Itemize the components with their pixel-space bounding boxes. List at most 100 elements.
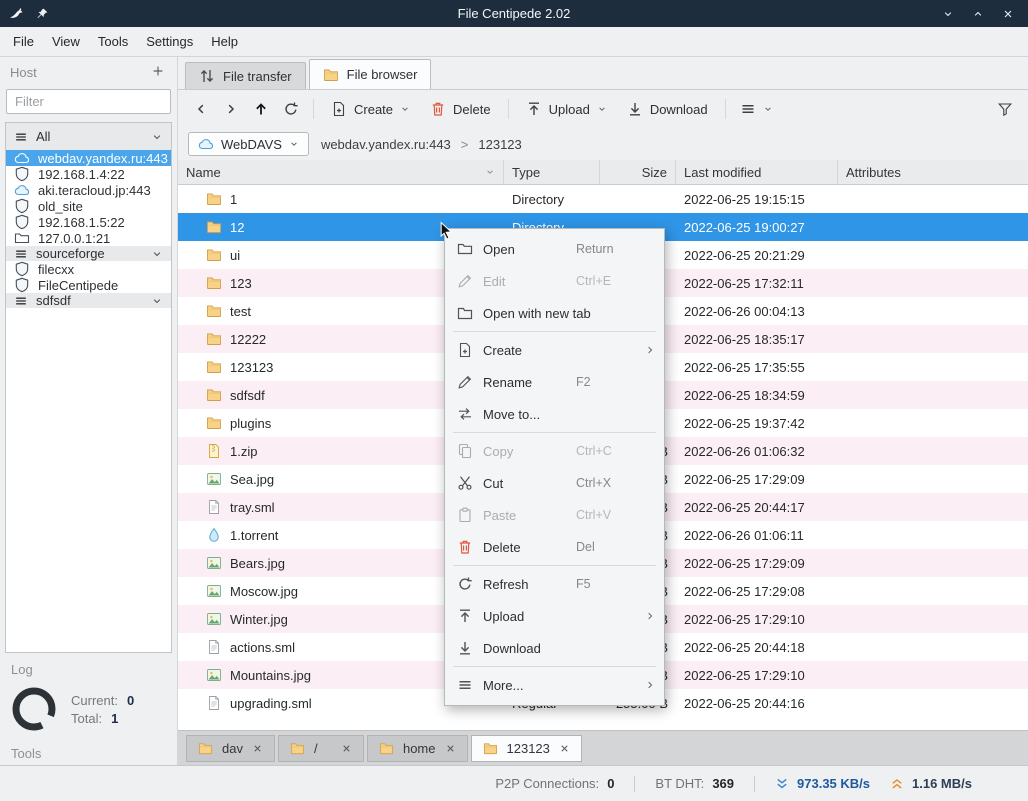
context-menu-item-move-to[interactable]: Move to... [445, 398, 664, 430]
context-menu-label: Download [483, 640, 541, 656]
host-item-filecentipede[interactable]: FileCentipede [6, 277, 171, 293]
menu-help[interactable]: Help [202, 27, 247, 56]
back-button[interactable] [190, 97, 212, 121]
stat-label: Total: [71, 710, 103, 726]
context-menu-label: Move to... [483, 406, 541, 422]
context-menu-label: Rename [483, 374, 533, 390]
host-group-all[interactable]: All [6, 123, 171, 150]
window-controls [936, 4, 1028, 24]
column-header-attributes[interactable]: Attributes [838, 160, 1028, 184]
hamburger-icon [740, 101, 756, 117]
chevron-down-icon [763, 104, 773, 114]
titlebar: File Centipede 2.02 [0, 0, 1028, 27]
download-speed: 973.35 KB/s [775, 776, 870, 791]
folder-icon [206, 275, 222, 291]
file-modified: 2022-06-25 17:35:55 [684, 359, 805, 375]
file-modified: 2022-06-25 17:29:09 [684, 555, 805, 571]
context-menu-item-upload[interactable]: Upload [445, 600, 664, 632]
host-item-192-168-1-4-22[interactable]: 192.168.1.4:22 [6, 166, 171, 182]
menu-file[interactable]: File [4, 27, 43, 56]
context-menu-label: More... [483, 677, 524, 693]
file-modified: 2022-06-25 17:29:10 [684, 667, 805, 683]
more-menu-button[interactable] [737, 97, 776, 121]
file-name: 12222 [230, 331, 267, 347]
column-header-size[interactable]: Size [600, 160, 676, 184]
menu-view[interactable]: View [43, 27, 89, 56]
file-row-1[interactable]: 1 Directory 2022-06-25 19:15:15 [178, 185, 1028, 213]
file-attributes [838, 297, 1028, 325]
context-menu-item-more[interactable]: More... [445, 669, 664, 701]
path-tab-123123[interactable]: 123123 [470, 734, 582, 762]
context-menu-item-refresh[interactable]: Refresh F5 [445, 568, 664, 600]
download-button[interactable]: Download [621, 97, 714, 121]
context-menu-label: Create [483, 342, 523, 358]
context-menu-item-edit: Edit Ctrl+E [445, 265, 664, 297]
context-menu-item-rename[interactable]: Rename F2 [445, 366, 664, 398]
host-item-webdav-yandex-ru-443[interactable]: webdav.yandex.ru:443 [6, 150, 171, 166]
upload-label: Upload [548, 101, 590, 117]
context-menu-item-delete[interactable]: Delete Del [445, 531, 664, 563]
refresh-button[interactable] [280, 97, 302, 121]
context-menu-item-download[interactable]: Download [445, 632, 664, 664]
menu-settings[interactable]: Settings [137, 27, 202, 56]
sort-indicator-icon [485, 167, 495, 177]
filter-button[interactable] [994, 97, 1016, 121]
column-header-name[interactable]: Name [178, 160, 504, 184]
file-icon [206, 499, 222, 515]
funnel-icon [997, 101, 1013, 117]
context-menu-item-cut[interactable]: Cut Ctrl+X [445, 467, 664, 499]
host-item-old-site[interactable]: old_site [6, 198, 171, 214]
status-divider [634, 775, 636, 792]
protocol-label: WebDAVS [221, 136, 282, 152]
column-header-type[interactable]: Type [504, 160, 600, 184]
upload-button[interactable]: Upload [520, 97, 613, 121]
file-modified: 2022-06-25 17:29:08 [684, 583, 805, 599]
protocol-selector[interactable]: WebDAVS [188, 132, 309, 156]
host-item-filecxx[interactable]: filecxx [6, 261, 171, 277]
context-menu-item-open[interactable]: Open Return [445, 233, 664, 265]
path-tab-label: home [402, 740, 436, 756]
host-item-192-168-1-5-22[interactable]: 192.168.1.5:22 [6, 214, 171, 230]
path-tab-root[interactable]: / [277, 734, 364, 762]
breadcrumb-webdav-yandex-ru-443[interactable]: webdav.yandex.ru:443 [321, 137, 451, 152]
forward-button[interactable] [220, 97, 242, 121]
context-menu-shortcut: F2 [576, 375, 591, 389]
tab-file-transfer[interactable]: File transfer [185, 62, 306, 89]
arrow-up-icon [253, 101, 269, 117]
delete-button[interactable]: Delete [424, 97, 497, 121]
create-button[interactable]: Create [325, 97, 416, 121]
context-menu-item-open-with-new-tab[interactable]: Open with new tab [445, 297, 664, 329]
column-header-last-modified[interactable]: Last modified [676, 160, 838, 184]
host-group-sdfsdf[interactable]: sdfsdf [6, 293, 171, 308]
close-button[interactable] [996, 4, 1020, 24]
host-item-label: 192.168.1.5:22 [38, 214, 125, 230]
context-menu-label: Open [483, 241, 515, 257]
menu-tools[interactable]: Tools [89, 27, 137, 56]
host-list: webdav.yandex.ru:443 192.168.1.4:22 aki.te… [6, 150, 171, 308]
close-icon[interactable] [341, 743, 352, 754]
context-menu-label: Cut [483, 475, 504, 491]
add-host-button[interactable] [151, 64, 167, 80]
host-item-127-0-0-1-21[interactable]: 127.0.0.1:21 [6, 230, 171, 246]
maximize-button[interactable] [966, 4, 990, 24]
host-group-sourceforge[interactable]: sourceforge [6, 246, 171, 261]
context-menu-item-create[interactable]: Create [445, 334, 664, 366]
breadcrumb-123123[interactable]: 123123 [478, 137, 521, 152]
host-item-label: aki.teracloud.jp:443 [38, 182, 151, 198]
tab-file-browser[interactable]: File browser [308, 59, 432, 89]
shade-button[interactable] [936, 4, 960, 24]
folder-icon [379, 741, 394, 756]
column-label: Size [641, 164, 667, 180]
filter-input[interactable] [6, 89, 171, 114]
close-icon[interactable] [252, 743, 263, 754]
path-tab-dav[interactable]: dav [186, 734, 275, 762]
toolbar-separator [724, 99, 726, 119]
file-attributes [838, 465, 1028, 493]
file-icon [206, 639, 222, 655]
path-tab-home[interactable]: home [366, 734, 468, 762]
close-icon[interactable] [559, 743, 570, 754]
upload-icon [526, 101, 542, 117]
up-button[interactable] [250, 97, 272, 121]
host-item-aki-teracloud-jp-443[interactable]: aki.teracloud.jp:443 [6, 182, 171, 198]
close-icon[interactable] [445, 743, 456, 754]
